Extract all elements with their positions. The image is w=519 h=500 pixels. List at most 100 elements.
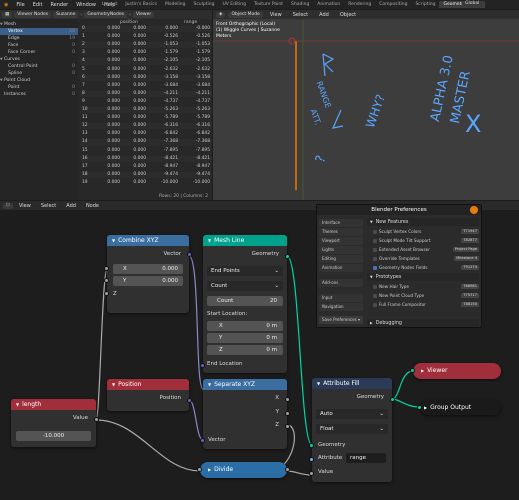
domain-dropdown[interactable]: Auto ⌄ — [316, 409, 388, 419]
tab-texture-paint[interactable]: Texture Paint — [250, 1, 287, 8]
pref-item-link[interactable]: T75717 — [461, 293, 479, 298]
prefs-nav-navigation[interactable]: Navigation — [319, 303, 363, 311]
spreadsheet-editor-type-icon[interactable]: ▦ — [2, 11, 13, 18]
socket-geometry-in[interactable] — [309, 443, 314, 448]
tab-rendering[interactable]: Rendering — [344, 1, 375, 8]
socket-value-out[interactable] — [94, 417, 99, 422]
tab-animation[interactable]: Animation — [313, 1, 344, 8]
column-header-position[interactable]: position — [120, 19, 138, 26]
socket-z-in[interactable] — [104, 291, 109, 296]
socket-y-in[interactable] — [104, 278, 109, 283]
count-field[interactable]: Count 20 — [207, 296, 283, 306]
prefs-nav-editing[interactable]: Editing — [319, 255, 363, 263]
socket-end-location-in[interactable] — [200, 363, 205, 368]
checkbox[interactable] — [373, 303, 377, 307]
pref-item-link[interactable]: Project Page — [452, 247, 479, 252]
start-x-field[interactable]: X0 m — [207, 321, 283, 331]
length-value-field[interactable]: -10.000 — [16, 431, 91, 441]
prefs-nav-themes[interactable]: Themes — [319, 228, 363, 236]
tab-justins-basics[interactable]: Justin's Basics — [121, 1, 161, 8]
node-length[interactable]: ▼ length Value -10.000 — [11, 399, 99, 447]
save-preferences-button[interactable]: Save Preferences ▾ — [319, 316, 363, 324]
node-separate-xyz[interactable]: ▼ Separate XYZ X Y Z Vector — [200, 379, 290, 449]
tree-group-mesh[interactable]: ▼Mesh — [0, 21, 78, 28]
attribute-name-field[interactable]: range — [346, 453, 386, 463]
socket-attribute-in[interactable] — [309, 457, 314, 462]
socket-geometry-out[interactable] — [285, 254, 290, 259]
3d-viewport[interactable]: ◈ Object Mode View Select Add Object Fro… — [213, 10, 519, 200]
tree-item-spline[interactable]: Spline 0 — [0, 70, 78, 77]
data-type-dropdown[interactable]: Float ⌄ — [316, 424, 388, 434]
menu-edit[interactable]: Edit — [29, 2, 47, 8]
collapse-icon[interactable]: ▼ — [208, 238, 211, 243]
start-y-field[interactable]: Y0 m — [207, 333, 283, 343]
menu-window[interactable]: Window — [72, 2, 100, 8]
tab-layout[interactable]: Layout — [98, 1, 121, 8]
node-group-output[interactable]: ▶ Group Output — [417, 400, 501, 415]
viewer-nodes-dropdown[interactable]: Viewer Nodes — [14, 11, 52, 18]
checkbox[interactable] — [373, 266, 377, 270]
socket-value-in[interactable] — [309, 471, 314, 476]
tree-group-curves[interactable]: ▼Curves — [0, 56, 78, 63]
socket-position-out[interactable] — [187, 398, 192, 403]
checkbox[interactable] — [373, 239, 377, 243]
prefs-nav-addons[interactable]: Add-ons — [319, 279, 363, 287]
tab-shading[interactable]: Shading — [287, 1, 313, 8]
tab-sculpting[interactable]: Sculpting — [189, 1, 218, 8]
combine-x-field[interactable]: X 0.000 — [113, 264, 183, 274]
socket-geometry-in[interactable] — [417, 405, 422, 410]
socket-vector-in[interactable] — [200, 438, 205, 443]
tree-item-control-point[interactable]: Control Point 0 — [0, 63, 78, 70]
node-mesh-line[interactable]: ▼ Mesh Line Geometry End Points ⌄ Count ⌄ C… — [200, 235, 290, 373]
column-header-range[interactable]: range — [184, 19, 197, 26]
blender-logo-icon[interactable]: ◉ — [0, 2, 12, 8]
node-divide[interactable]: ▶ Divide — [197, 462, 290, 478]
collapse-icon[interactable]: ▼ — [112, 382, 115, 387]
pref-item-link[interactable]: T82877 — [461, 238, 479, 243]
node-position[interactable]: ▼ Position Position — [107, 379, 192, 411]
pref-item-link[interactable]: T68981 — [461, 284, 479, 289]
node-viewer[interactable]: ▶ Viewer — [410, 363, 501, 379]
checkbox[interactable] — [373, 248, 377, 252]
socket-vector-out[interactable] — [187, 252, 192, 257]
mode-dropdown[interactable]: End Points ⌄ — [207, 266, 283, 276]
tree-item-point[interactable]: Point 0 — [0, 84, 78, 91]
tab-uv-editing[interactable]: UV Editing — [218, 1, 249, 8]
tree-item-face[interactable]: Face 0 — [0, 42, 78, 49]
tab-scripting[interactable]: Scripting — [411, 1, 439, 8]
pref-item-link[interactable]: T71947 — [461, 229, 479, 234]
checkbox[interactable] — [373, 230, 377, 234]
prefs-nav-interface[interactable]: Interface — [319, 219, 363, 227]
checkbox[interactable] — [373, 294, 377, 298]
preferences-window[interactable]: Blender Preferences Interface Themes Vie… — [316, 204, 482, 328]
expand-icon[interactable]: ▶ — [424, 405, 427, 410]
node-combine-xyz[interactable]: ▼ Combine XYZ Vector X 0.000 Y 0.000 Z — [104, 235, 192, 313]
scene-selector[interactable]: Global — [462, 1, 483, 7]
tab-modeling[interactable]: Modeling — [161, 1, 189, 8]
collapse-icon[interactable]: ▼ — [317, 381, 320, 386]
tree-item-vertex[interactable]: Vertex 20 — [0, 28, 78, 35]
count-mode-dropdown[interactable]: Count ⌄ — [207, 281, 283, 291]
section-new-features[interactable]: ▼ New Features — [367, 218, 479, 226]
checkbox[interactable] — [373, 285, 377, 289]
node-attribute-fill[interactable]: ▼ Attribute Fill Geometry Auto ⌄ Float ⌄ Ge… — [309, 378, 395, 482]
start-z-field[interactable]: Z0 m — [207, 345, 283, 355]
section-prototypes[interactable]: ▼ Prototypes — [367, 273, 479, 281]
collapse-icon[interactable]: ▼ — [16, 402, 19, 407]
socket-result-out[interactable] — [285, 467, 290, 472]
collapse-icon[interactable]: ▼ — [112, 238, 115, 243]
socket-x-in[interactable] — [104, 266, 109, 271]
prefs-nav-lights[interactable]: Lights — [319, 246, 363, 254]
pref-item-link[interactable]: T88150 — [461, 302, 479, 307]
prefs-nav-viewport[interactable]: Viewport — [319, 237, 363, 245]
tab-compositing[interactable]: Compositing — [375, 1, 411, 8]
checkbox[interactable] — [373, 257, 377, 261]
tree-item-edge[interactable]: Edge 19 — [0, 35, 78, 42]
close-icon[interactable] — [470, 206, 478, 214]
menu-file[interactable]: File — [12, 2, 28, 8]
prefs-nav-animation[interactable]: Animation — [319, 264, 363, 272]
prefs-nav-input[interactable]: Input — [319, 294, 363, 302]
pref-item-link[interactable]: Milestone 4 — [454, 256, 479, 261]
tree-item-face-corner[interactable]: Face Corner 0 — [0, 49, 78, 56]
menu-render[interactable]: Render — [46, 2, 72, 8]
